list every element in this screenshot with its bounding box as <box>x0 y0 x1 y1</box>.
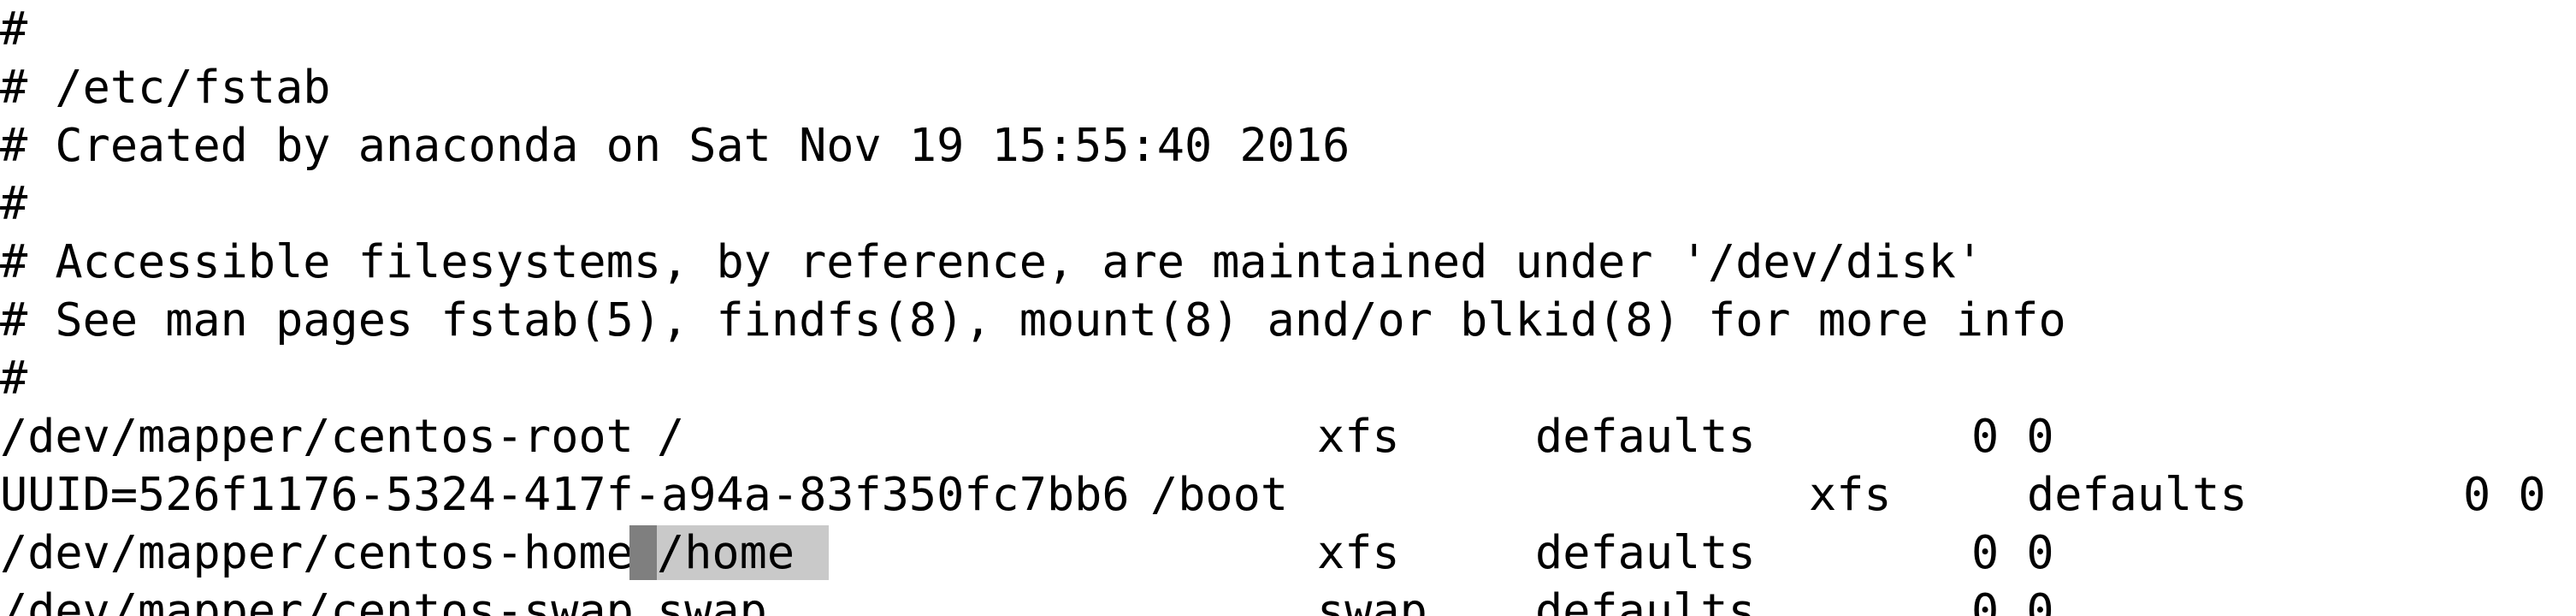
device-text: UUID=526f1176-5324-417f-a94a-83f350fc7bb… <box>0 467 1130 521</box>
comment-line: # <box>0 2 27 56</box>
comment-text: # <box>0 351 28 405</box>
comment-line: # Accessible filesystems, by reference, … <box>0 234 1983 289</box>
comment-text: # Created by anaconda on Sat Nov 19 15:5… <box>0 118 1350 172</box>
fstype-text: xfs <box>1809 467 1892 521</box>
comment-text: # <box>0 2 28 56</box>
comment-text: # See man pages fstab(5), findfs(8), mou… <box>0 293 2066 346</box>
comment-line: # See man pages fstab(5), findfs(8), mou… <box>0 293 2066 347</box>
dump-pass-text: 0 0 <box>2463 467 2546 521</box>
mountpoint-text: swap <box>657 583 767 616</box>
fstype-text: xfs <box>1317 409 1400 463</box>
comment-text: # Accessible filesystems, by reference, … <box>0 234 1984 288</box>
comment-line: # <box>0 176 27 231</box>
fstab-entry-boot: UUID=526f1176-5324-417f-a94a-83f350fc7bb… <box>0 467 2576 522</box>
options-text: defaults <box>1535 583 1756 616</box>
comment-line: # Created by anaconda on Sat Nov 19 15:5… <box>0 118 1350 173</box>
device-text: /dev/mapper/centos-swap <box>0 583 634 616</box>
fstab-entry-root: /dev/mapper/centos-root / xfs defaults 0… <box>0 409 2576 464</box>
comment-text: # <box>0 176 28 230</box>
mountpoint-text: /boot <box>1150 467 1289 521</box>
mountpoint-text: / <box>657 409 685 463</box>
mountpoint-text: /home <box>657 525 795 579</box>
terminal-window[interactable]: # # /etc/fstab # Created by anaconda on … <box>0 0 2576 616</box>
dump-pass-text: 0 0 <box>1971 583 2054 616</box>
selected-mountpoint[interactable]: /home <box>657 525 830 580</box>
dump-pass-text: 0 0 <box>1971 409 2054 463</box>
options-text: defaults <box>1535 525 1756 579</box>
fstab-entry-swap: /dev/mapper/centos-swap swap swap defaul… <box>0 583 2576 616</box>
text-cursor <box>629 525 657 580</box>
fstype-text: xfs <box>1317 525 1400 579</box>
comment-line: # <box>0 351 27 406</box>
fstab-entry-home: /dev/mapper/centos-home /home xfs defaul… <box>0 525 2576 580</box>
comment-text: # /etc/fstab <box>0 60 331 114</box>
comment-line: # /etc/fstab <box>0 60 331 115</box>
device-text: /dev/mapper/centos-home <box>0 525 634 579</box>
device-text: /dev/mapper/centos-root <box>0 409 634 463</box>
dump-pass-text: 0 0 <box>1971 525 2054 579</box>
fstype-text: swap <box>1317 583 1427 616</box>
options-text: defaults <box>2027 467 2248 521</box>
options-text: defaults <box>1535 409 1756 463</box>
